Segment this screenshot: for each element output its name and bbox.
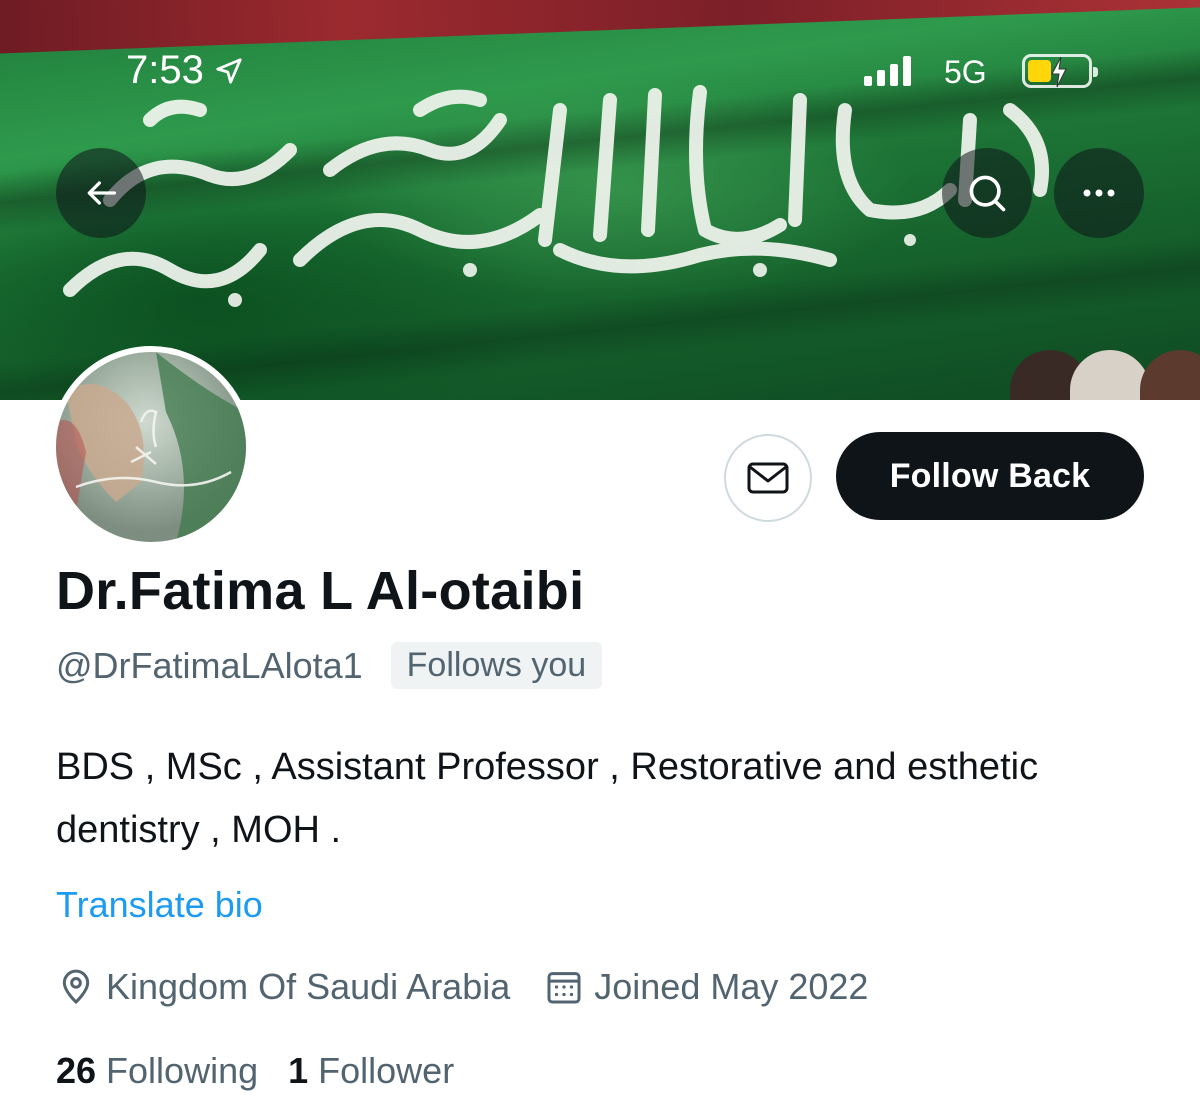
followers-count: 1 [288,1050,309,1091]
more-horizontal-icon [1083,189,1115,197]
status-time: 7:53 [126,48,204,92]
search-button[interactable] [942,148,1032,238]
calendar-icon [547,972,581,1004]
location-pin-icon [62,969,90,1005]
battery-fill [1028,60,1052,82]
follow-stats-row: 26 Following 1 Follower [56,1050,454,1092]
following-stat[interactable]: 26 Following [56,1050,258,1092]
search-icon [969,175,1006,212]
envelope-icon [747,462,789,494]
joined-text: Joined May 2022 [594,966,869,1007]
following-label: Following [106,1050,259,1091]
display-name: Dr.Fatima L Al-otaibi [56,561,585,621]
more-button[interactable] [1054,148,1144,238]
joined-item: Joined May 2022 [544,966,868,1008]
message-button[interactable] [724,434,812,522]
network-label: 5G [944,54,987,90]
arrow-left-icon [87,181,117,205]
profile-bio: BDS , MSc , Assistant Professor , Restor… [56,746,1039,851]
location-item: Kingdom Of Saudi Arabia [56,966,510,1008]
location-arrow-icon [216,57,242,84]
profile-avatar[interactable] [50,346,252,548]
charging-bolt-icon [1051,56,1067,88]
profile-meta-row: Kingdom Of Saudi Arabia Joined May 2022 [56,966,868,1008]
back-button[interactable] [56,148,146,238]
followers-label: Follower [318,1050,455,1091]
signal-strength-icon [864,56,911,86]
following-count: 26 [56,1050,97,1091]
status-time-row: 7:53 [126,48,244,93]
user-handle: @DrFatimaLAlota1 [56,644,363,686]
handle-row: @DrFatimaLAlota1 Follows you [56,642,603,689]
follow-back-button[interactable]: Follow Back [836,432,1144,520]
follows-you-badge: Follows you [390,642,603,689]
followers-stat[interactable]: 1 Follower [288,1050,454,1092]
battery-icon [1022,54,1098,88]
avatar-image [56,352,246,542]
location-text: Kingdom Of Saudi Arabia [106,966,511,1007]
translate-bio-link[interactable]: Translate bio [56,884,263,926]
